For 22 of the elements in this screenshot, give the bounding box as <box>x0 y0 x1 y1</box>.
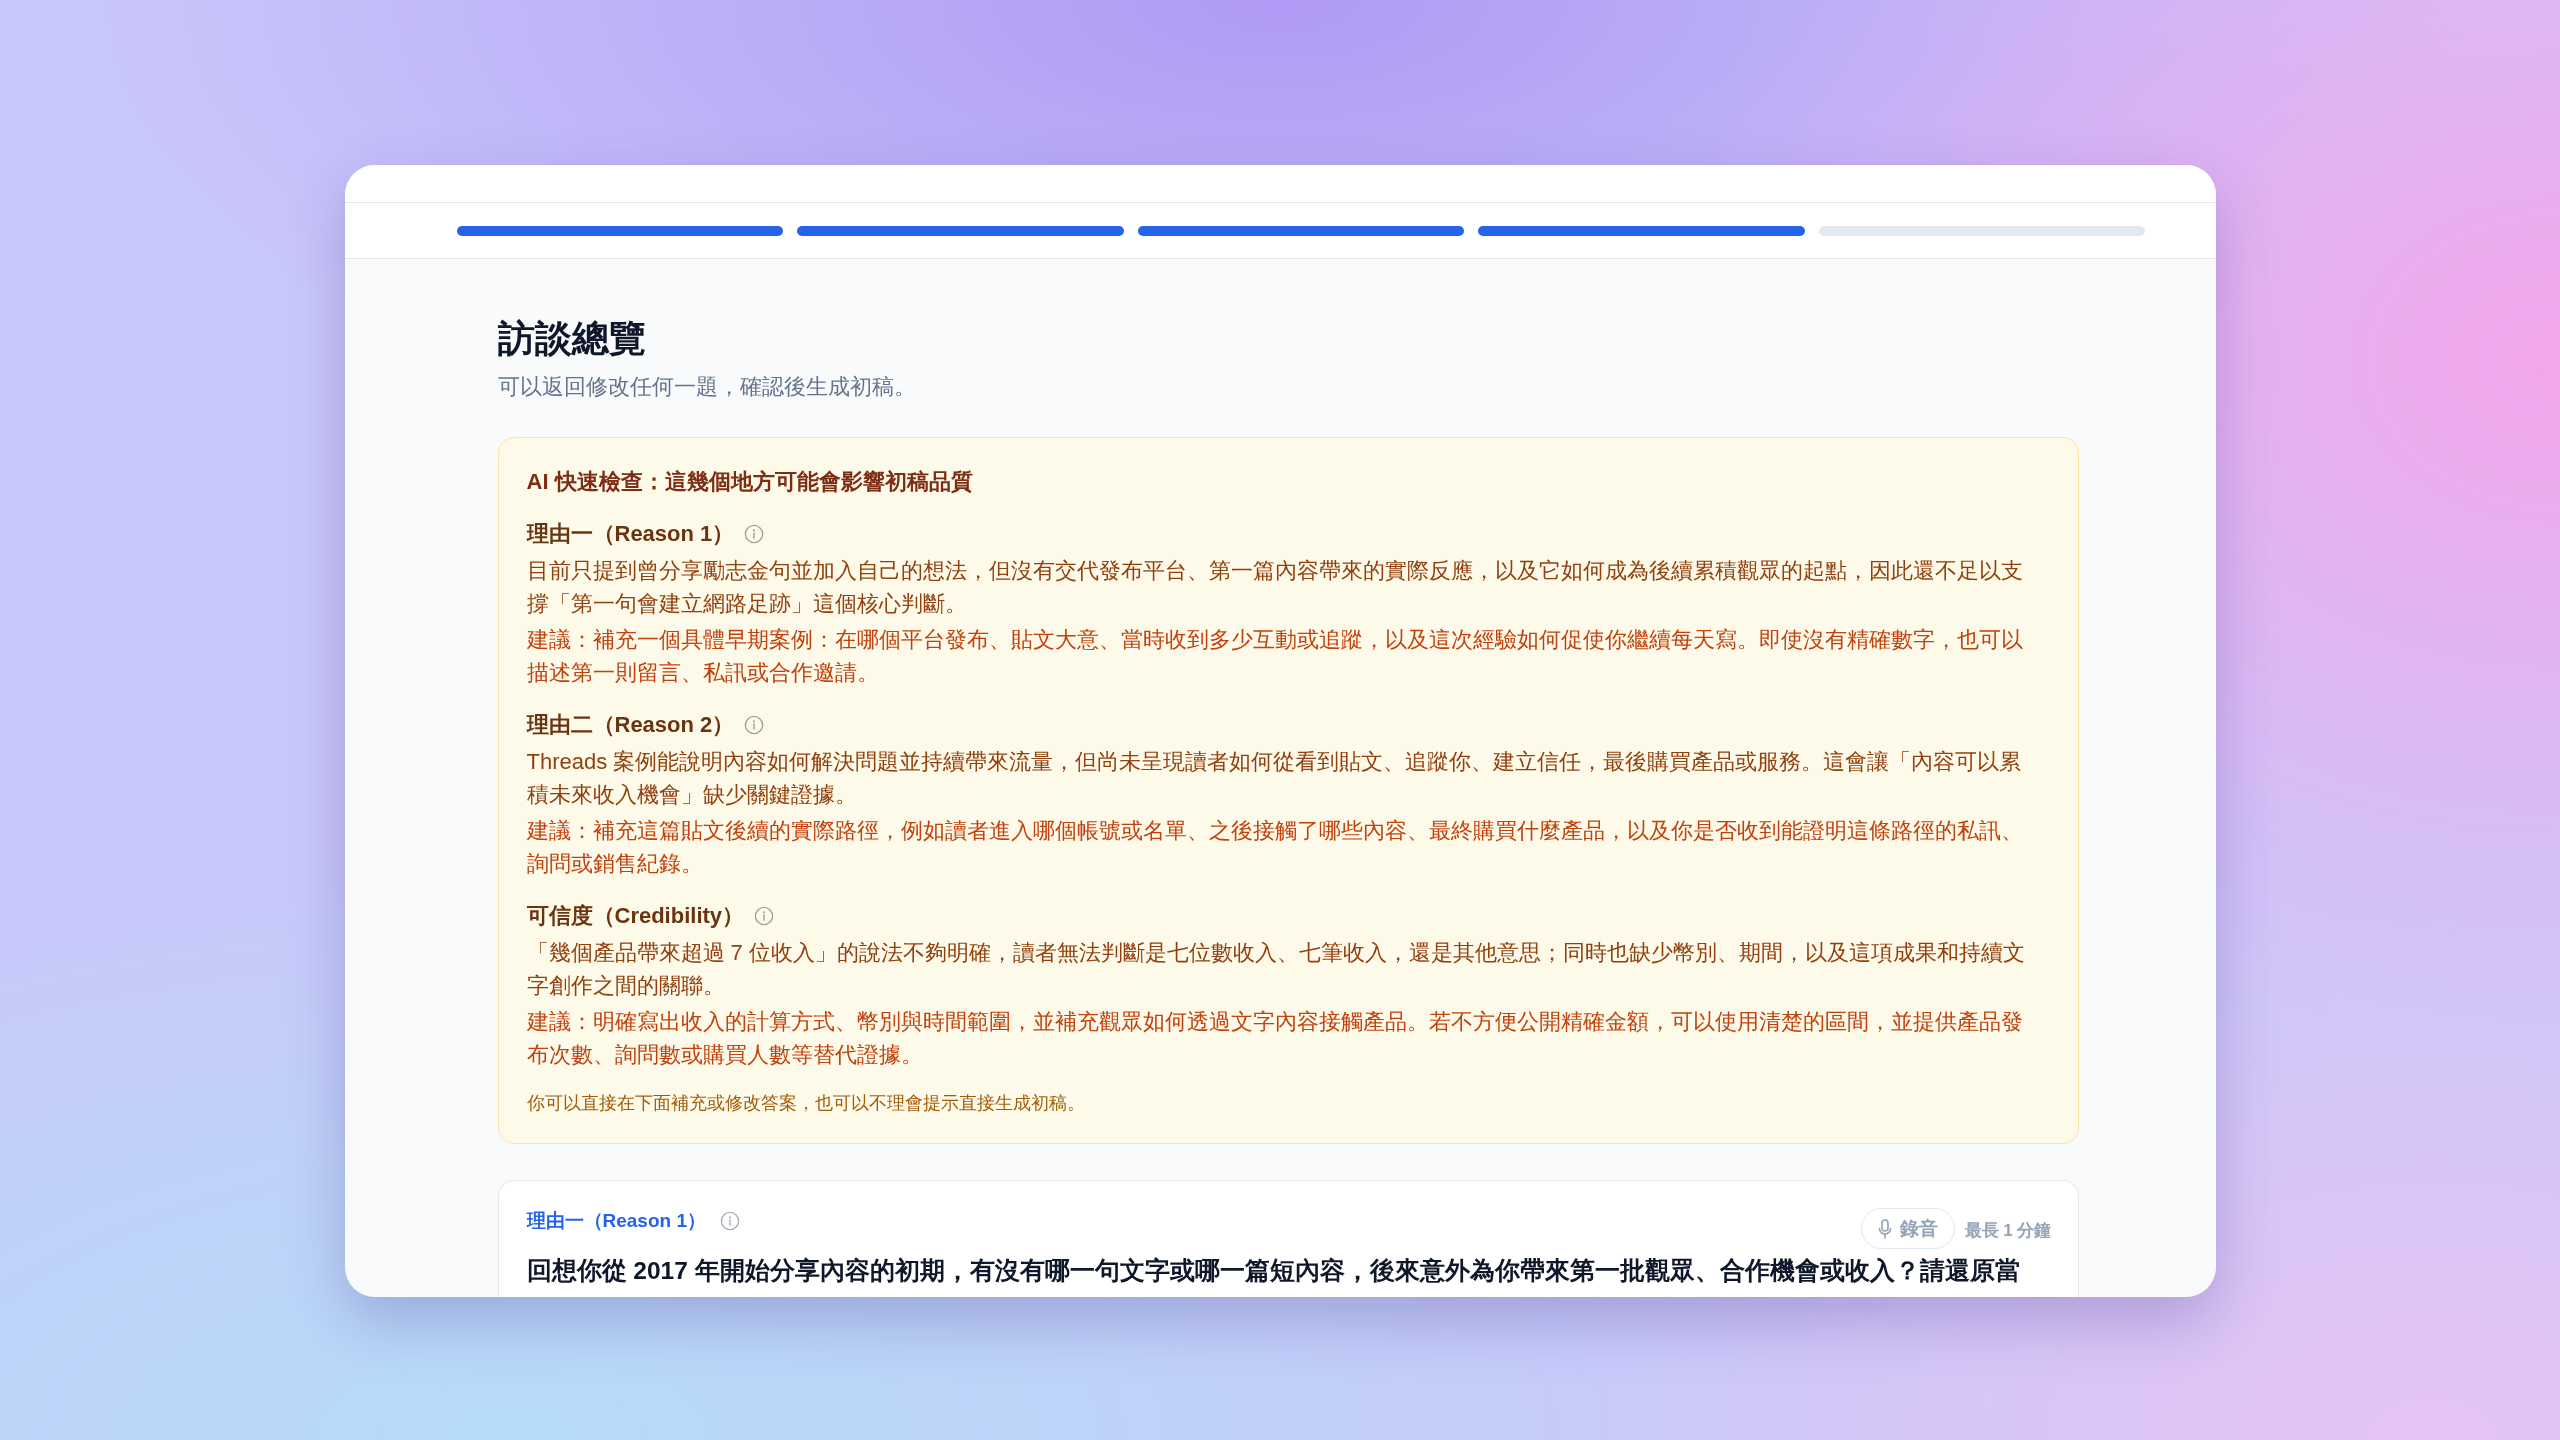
panel-note: 你可以直接在下面補充或修改答案，也可以不理會提示直接生成初稿。 <box>526 1092 1086 1115</box>
page-subtitle: 可以返回修改任何一題，確認後生成初稿。 <box>497 373 917 401</box>
recording-limit: 最長 1 分鐘 <box>1964 1220 2052 1242</box>
info-icon[interactable] <box>720 1211 740 1231</box>
page-title: 訪談總覽 <box>497 317 647 361</box>
suggestion-text: 建議：補充一個具體早期案例：在哪個平台發布、貼文大意、當時收到多少互動或追蹤，以及這次經驗如何促使你繼續每天寫。即使沒有精確數字，也可以描述第一則留言、私訊或合作邀請。 <box>526 626 2024 687</box>
reason-title: 可信度（Credibility） <box>526 902 745 930</box>
info-icon[interactable] <box>744 523 765 544</box>
question-label: 理由一（Reason 1） <box>526 1209 706 1233</box>
info-icon[interactable] <box>754 905 775 926</box>
reason-title: 理由一（Reason 1） <box>526 520 735 548</box>
info-icon[interactable] <box>744 714 765 735</box>
microphone-icon <box>1877 1218 1892 1239</box>
panel-heading: AI 快速檢查：這幾個地方可能會影響初稿品質 <box>526 468 974 496</box>
issue-text: 「幾個產品帶來超過 7 位收入」的說法不夠明確，讀者無法判斷是七位數收入、七筆收入，還是其他意思；同時也缺少幣別、期間，以及這項成果和持續文字創作之間的關聯。 <box>526 939 2026 1000</box>
issue-text: Threads 案例能說明內容如何解決問題並持續帶來流量，但尚未呈現讀者如何從看到貼文、追蹤你、建立信任，最後購買產品或服務。這會讓「內容可以累積未來收入機會」缺少關鍵證據。 <box>526 748 2023 809</box>
question-text: 回想你從 2017 年開始分享內容的初期，有沒有哪一句文字或哪一篇短內容，後來意外為你帶來第一批觀眾、合作機會或收入？請還原當 <box>526 1256 2021 1286</box>
issue-text: 目前只提到曾分享勵志金句並加入自己的想法，但沒有交代發布平台、第一篇內容帶來的實際反應，以及它如何成為後續累積觀眾的起點，因此還不足以支撐「第一句會建立網路足跡」這個核心判斷。 <box>526 557 2024 618</box>
reason-title: 理由二（Reason 2） <box>526 711 735 739</box>
suggestion-text: 建議：明確寫出收入的計算方式、幣別與時間範圍，並補充觀眾如何透過文字內容接觸產品。若不方便公開精確金額，可以使用清楚的區間，並提供產品發布次數、詢問數或購買人數等替代證據。 <box>526 1008 2024 1069</box>
suggestion-text: 建議：補充這篇貼文後續的實際路徑，例如讀者進入哪個帳號或名單、之後接觸了哪些內容、最終購買什麼產品，以及你是否收到能證明這條路徑的私訊、詢問或銷售紀錄。 <box>526 817 2024 878</box>
record-button[interactable]: 錄音 <box>1860 1208 1955 1249</box>
